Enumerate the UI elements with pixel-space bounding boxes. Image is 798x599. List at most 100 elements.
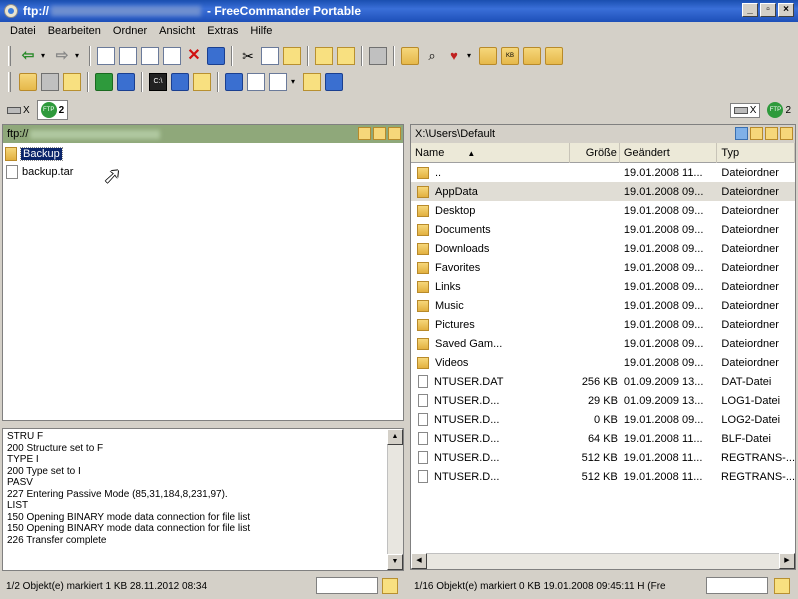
compare-icon[interactable]	[369, 47, 387, 65]
scroll-right-icon[interactable]: ▶	[779, 553, 795, 569]
settings-tools-icon[interactable]	[193, 73, 211, 91]
table-row[interactable]: Saved Gam... 19.01.2008 09... Dateiordner	[411, 334, 795, 353]
scroll-down-icon[interactable]: ▼	[387, 554, 403, 570]
table-row[interactable]: NTUSER.D... 64 KB 19.01.2008 11... BLF-Date…	[411, 429, 795, 448]
list-item[interactable]: backup.tar	[5, 163, 401, 181]
list-item[interactable]: Backup	[5, 145, 401, 163]
refresh-icon[interactable]	[95, 73, 113, 91]
drive-ftp-right[interactable]: FTP 2	[764, 101, 794, 119]
path-history-icon[interactable]	[750, 127, 763, 140]
multi-rename-icon[interactable]	[225, 73, 243, 91]
log-line: 150 Opening BINARY mode data connection …	[7, 511, 251, 523]
edit-icon[interactable]	[119, 47, 137, 65]
drive-x-left[interactable]: X	[4, 104, 33, 117]
right-filter-icon[interactable]	[774, 578, 790, 594]
restore-button[interactable]: ▫	[760, 3, 776, 17]
wipe-icon[interactable]	[325, 73, 343, 91]
column-header-name[interactable]: Name ▲	[411, 142, 571, 163]
table-row[interactable]: Documents 19.01.2008 09... Dateiordner	[411, 220, 795, 239]
table-row[interactable]: NTUSER.D... 0 KB 19.01.2008 09... LOG2-Date…	[411, 410, 795, 429]
right-path-bar[interactable]: X:\Users\Default	[411, 125, 795, 143]
table-row[interactable]: Links 19.01.2008 09... Dateiordner	[411, 277, 795, 296]
menu-ordner[interactable]: Ordner	[107, 25, 153, 37]
left-drive-bar: X FTP 2	[4, 98, 69, 122]
minimize-button[interactable]: _	[742, 3, 758, 17]
left-filter-input[interactable]	[316, 577, 378, 594]
cell-type: Dateiordner	[721, 280, 779, 293]
sync-icon[interactable]	[117, 73, 135, 91]
detail-view-icon[interactable]	[63, 73, 81, 91]
app-icon[interactable]	[4, 4, 18, 18]
kb-icon[interactable]: KB	[501, 47, 519, 65]
properties-icon[interactable]	[207, 47, 225, 65]
folder-list-icon[interactable]	[523, 47, 541, 65]
forward-arrow-icon[interactable]: ⇨	[53, 47, 71, 65]
move-icon[interactable]	[163, 47, 181, 65]
path-favorites-icon[interactable]	[373, 127, 386, 140]
table-row[interactable]: NTUSER.D... 29 KB 01.09.2009 13... LOG1-Dat…	[411, 391, 795, 410]
forward-dropdown-icon[interactable]: ▾	[75, 47, 83, 65]
paste-icon[interactable]	[283, 47, 301, 65]
drive-ftp-left[interactable]: FTP 2	[36, 100, 69, 120]
path-up-icon[interactable]	[780, 127, 793, 140]
toolbar-grip[interactable]	[8, 46, 11, 66]
right-filter-input[interactable]	[706, 577, 768, 594]
back-arrow-icon[interactable]: ⇦	[19, 47, 37, 65]
table-row[interactable]: Favorites 19.01.2008 09... Dateiordner	[411, 258, 795, 277]
cut-icon[interactable]: ✂	[239, 47, 257, 65]
path-favorites-icon[interactable]	[765, 127, 778, 140]
attributes-dropdown-icon[interactable]: ▾	[291, 73, 299, 91]
table-row[interactable]: NTUSER.D... 512 KB 19.01.2008 11... REGTRAN…	[411, 448, 795, 467]
delete-icon[interactable]: ✕	[185, 47, 203, 65]
menu-datei[interactable]: Datei	[4, 25, 42, 37]
item-name: Saved Gam...	[435, 337, 503, 350]
table-row[interactable]: AppData 19.01.2008 09... Dateiordner	[411, 182, 795, 201]
table-row[interactable]: NTUSER.DAT 256 KB 01.09.2009 13... DAT-Date…	[411, 372, 795, 391]
menu-bearbeiten[interactable]: Bearbeiten	[42, 25, 107, 37]
pack-icon[interactable]	[315, 47, 333, 65]
left-filter-icon[interactable]	[382, 578, 398, 594]
table-row[interactable]: NTUSER.D... 512 KB 19.01.2008 11... REGTRAN…	[411, 467, 795, 486]
scroll-left-icon[interactable]: ◀	[411, 553, 427, 569]
menu-ansicht[interactable]: Ansicht	[153, 25, 201, 37]
unpack-icon[interactable]	[337, 47, 355, 65]
table-row[interactable]: Pictures 19.01.2008 09... Dateiordner	[411, 315, 795, 334]
back-dropdown-icon[interactable]: ▾	[41, 47, 49, 65]
network-icon[interactable]	[735, 127, 748, 140]
menu-extras[interactable]: Extras	[201, 25, 244, 37]
list-view-icon[interactable]	[41, 73, 59, 91]
log-scrollbar[interactable]: ▲ ▼	[387, 429, 403, 570]
search-binoculars-icon[interactable]: ⌕	[423, 47, 441, 65]
column-header-type[interactable]: Typ	[717, 142, 795, 163]
copy-icon[interactable]	[141, 47, 159, 65]
right-hscrollbar[interactable]: ◀ ▶	[411, 553, 795, 569]
drive-x-right[interactable]: X	[729, 102, 761, 118]
table-row[interactable]: Desktop 19.01.2008 09... Dateiordner	[411, 201, 795, 220]
table-row[interactable]: Videos 19.01.2008 09... Dateiordner	[411, 353, 795, 372]
window-icon[interactable]	[171, 73, 189, 91]
split-file-icon[interactable]	[303, 73, 321, 91]
table-row[interactable]: Downloads 19.01.2008 09... Dateiordner	[411, 239, 795, 258]
close-button[interactable]: ×	[778, 3, 794, 17]
scroll-up-icon[interactable]: ▲	[387, 429, 403, 445]
favorites-dropdown-icon[interactable]: ▾	[467, 47, 475, 65]
checksum-icon[interactable]	[247, 73, 265, 91]
folder-tree-icon[interactable]	[545, 47, 563, 65]
tree-view-icon[interactable]	[19, 73, 37, 91]
path-history-icon[interactable]	[358, 127, 371, 140]
attributes-icon[interactable]	[269, 73, 287, 91]
clipboard-copy-icon[interactable]	[261, 47, 279, 65]
favorites-icon[interactable]: ♥	[445, 47, 463, 65]
new-folder-icon[interactable]	[401, 47, 419, 65]
table-row[interactable]: .. 19.01.2008 11... Dateiordner	[411, 163, 795, 182]
view-icon[interactable]	[97, 47, 115, 65]
left-path-bar[interactable]: ftp://	[3, 125, 403, 143]
console-icon[interactable]: C:\	[149, 73, 167, 91]
table-row[interactable]: Music 19.01.2008 09... Dateiordner	[411, 296, 795, 315]
column-header-date[interactable]: Geändert	[620, 142, 718, 163]
column-header-size[interactable]: Größe	[570, 142, 620, 163]
menu-hilfe[interactable]: Hilfe	[244, 25, 278, 37]
folder-size-icon[interactable]	[479, 47, 497, 65]
path-up-icon[interactable]	[388, 127, 401, 140]
toolbar-grip-2[interactable]	[8, 72, 11, 92]
